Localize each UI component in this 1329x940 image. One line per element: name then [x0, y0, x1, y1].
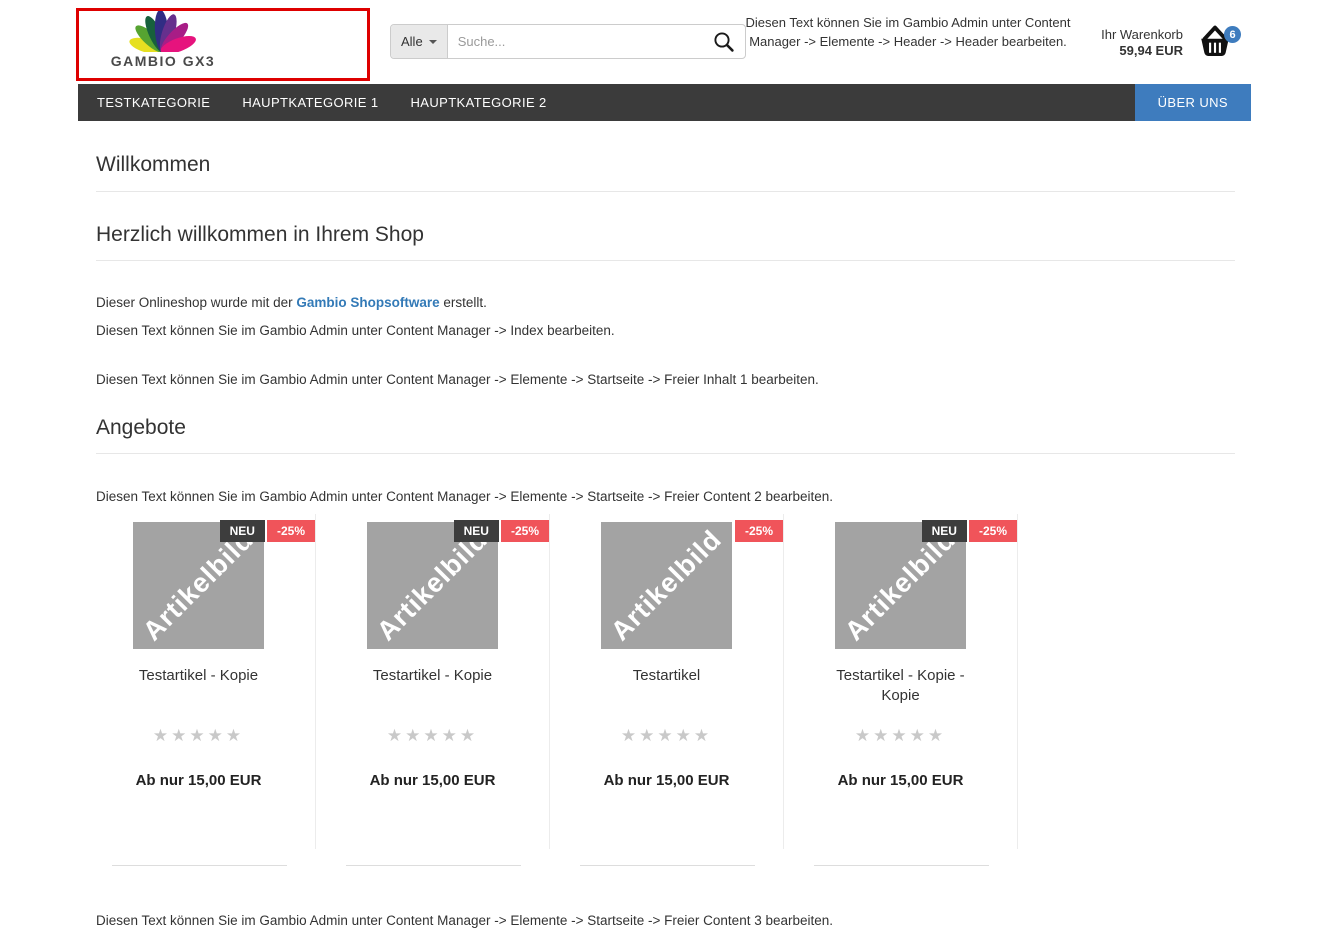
- product-image-label: Artikelbild: [371, 524, 494, 647]
- offers-title: Angebote: [96, 416, 1235, 440]
- product-rating-stars: ★★★★★: [316, 726, 549, 746]
- product-rating-stars: ★★★★★: [82, 726, 315, 746]
- product-card: Artikelbild NEU -25% Testartikel - Kopie…: [784, 514, 1018, 849]
- product-card: Artikelbild NEU -25% Testartikel - Kopie…: [316, 514, 550, 849]
- shop-logo[interactable]: GAMBIO GX3: [98, 6, 228, 69]
- product-rating-stars: ★★★★★: [784, 726, 1017, 746]
- page-container: GAMBIO GX3 Alle Diesen Text können Sie i…: [78, 0, 1251, 940]
- divider: [96, 191, 1235, 192]
- product-card: Artikelbild -25% Testartikel ★★★★★ Ab nu…: [550, 514, 784, 849]
- search-filter-label: Alle: [401, 34, 423, 49]
- nav-item-ueber-uns[interactable]: ÜBER UNS: [1135, 84, 1251, 121]
- product-title[interactable]: Testartikel - Kopie: [354, 666, 512, 710]
- intro-prefix: Dieser Onlineshop wurde mit der: [96, 295, 296, 310]
- separator-cell: [82, 865, 316, 866]
- product-image-placeholder[interactable]: Artikelbild: [601, 522, 732, 649]
- search-input[interactable]: [448, 25, 703, 58]
- product-image-label: Artikelbild: [605, 524, 728, 647]
- offers-product-grid: Artikelbild NEU -25% Testartikel - Kopie…: [82, 514, 1235, 849]
- separator-cell: [316, 865, 550, 866]
- discount-badge: -25%: [735, 520, 783, 542]
- product-price: Ab nur 15,00 EUR: [550, 772, 783, 789]
- cart-icon-wrap[interactable]: 6: [1195, 24, 1237, 62]
- product-image-label: Artikelbild: [839, 524, 962, 647]
- cart-widget[interactable]: Ihr Warenkorb 59,94 EUR 6: [1101, 24, 1237, 62]
- product-badges: -25%: [735, 520, 783, 542]
- separator-cell: [784, 865, 1018, 866]
- product-badges: NEU -25%: [454, 520, 549, 542]
- separator-cell: [550, 865, 784, 866]
- product-price: Ab nur 15,00 EUR: [784, 772, 1017, 789]
- product-rating-stars: ★★★★★: [550, 726, 783, 746]
- product-image-label: Artikelbild: [137, 524, 260, 647]
- intro-paragraph: Dieser Onlineshop wurde mit der Gambio S…: [96, 294, 1235, 311]
- nav-item-testkategorie[interactable]: TESTKATEGORIE: [78, 84, 226, 121]
- product-badges: NEU -25%: [922, 520, 1017, 542]
- product-price: Ab nur 15,00 EUR: [316, 772, 549, 789]
- header-editable-note: Diesen Text können Sie im Gambio Admin u…: [733, 14, 1083, 51]
- neu-badge: NEU: [454, 520, 499, 542]
- shop-header: GAMBIO GX3 Alle Diesen Text können Sie i…: [78, 0, 1251, 84]
- product-title[interactable]: Testartikel - Kopie: [120, 666, 278, 710]
- neu-badge: NEU: [220, 520, 265, 542]
- cart-count-badge: 6: [1224, 26, 1241, 43]
- product-grid-separators: [82, 865, 1235, 866]
- main-content: Willkommen Herzlich willkommen in Ihrem …: [78, 153, 1251, 940]
- cart-texts: Ihr Warenkorb 59,94 EUR: [1101, 24, 1183, 59]
- product-price: Ab nur 15,00 EUR: [82, 772, 315, 789]
- discount-badge: -25%: [969, 520, 1017, 542]
- chevron-down-icon: [429, 40, 437, 44]
- product-title[interactable]: Testartikel: [588, 666, 746, 710]
- search-category-dropdown[interactable]: Alle: [391, 25, 448, 58]
- logo-brand-text: GAMBIO GX3: [98, 53, 228, 69]
- free-content-2-note: Diesen Text können Sie im Gambio Admin u…: [96, 488, 1235, 505]
- free-content-3-note: Diesen Text können Sie im Gambio Admin u…: [96, 912, 1235, 929]
- nav-item-hauptkategorie-1[interactable]: HAUPTKATEGORIE 1: [226, 84, 394, 121]
- product-title[interactable]: Testartikel - Kopie - Kopie: [822, 666, 980, 710]
- divider: [96, 453, 1235, 454]
- cart-total: 59,94 EUR: [1101, 43, 1183, 59]
- discount-badge: -25%: [267, 520, 315, 542]
- welcome-title: Willkommen: [96, 153, 1235, 177]
- free-content-1-note: Diesen Text können Sie im Gambio Admin u…: [96, 371, 1235, 388]
- neu-badge: NEU: [922, 520, 967, 542]
- product-badges: NEU -25%: [220, 520, 315, 542]
- cart-label: Ihr Warenkorb: [1101, 27, 1183, 43]
- intro-suffix: erstellt.: [440, 295, 487, 310]
- shop-welcome-title: Herzlich willkommen in Ihrem Shop: [96, 223, 1235, 247]
- index-note: Diesen Text können Sie im Gambio Admin u…: [96, 322, 1235, 339]
- gambio-shopsoftware-link[interactable]: Gambio Shopsoftware: [296, 295, 439, 310]
- nav-item-hauptkategorie-2[interactable]: HAUPTKATEGORIE 2: [395, 84, 563, 121]
- divider: [96, 260, 1235, 261]
- main-navigation: TESTKATEGORIE HAUPTKATEGORIE 1 HAUPTKATE…: [78, 84, 1251, 121]
- product-card: Artikelbild NEU -25% Testartikel - Kopie…: [82, 514, 316, 849]
- discount-badge: -25%: [501, 520, 549, 542]
- search-bar: Alle: [390, 24, 746, 59]
- lotus-logo-icon: [111, 6, 215, 52]
